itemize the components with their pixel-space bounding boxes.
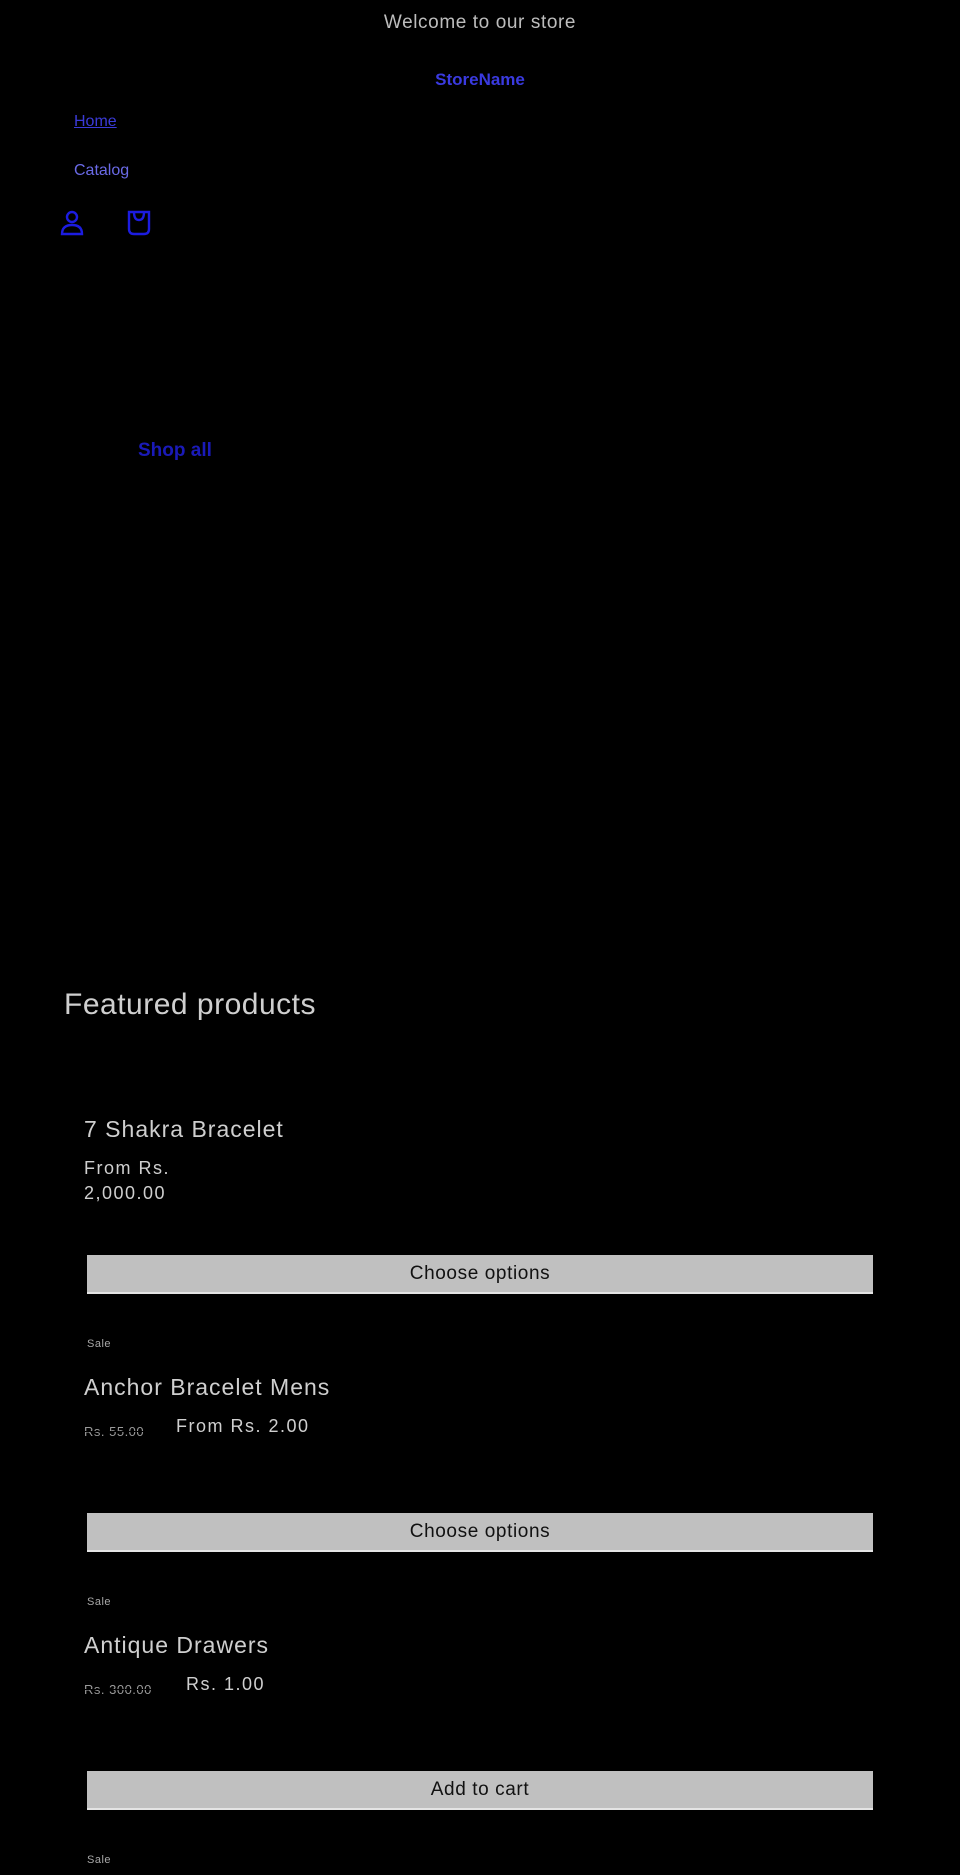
choose-options-button[interactable]: Choose options: [87, 1513, 873, 1552]
account-button[interactable]: [57, 208, 87, 238]
product-title[interactable]: Anchor Bracelet Mens: [84, 1374, 330, 1401]
sale-price: From Rs. 2.00: [176, 1416, 310, 1436]
sale-price: From Rs. 2,000.00: [84, 1158, 170, 1203]
choose-options-button[interactable]: Choose options: [87, 1255, 873, 1294]
nav-catalog-link[interactable]: Catalog: [74, 162, 129, 180]
product-title[interactable]: 7 Shakra Bracelet: [84, 1116, 284, 1143]
nav-home-link[interactable]: Home: [74, 113, 117, 131]
regular-price: Rs. 55.00: [84, 1424, 145, 1439]
featured-title: Featured products: [64, 988, 316, 1021]
shop-all-link[interactable]: Shop all: [138, 440, 212, 462]
store-logo-link[interactable]: StoreName: [0, 70, 960, 90]
sale-badge: Sale: [87, 1854, 112, 1866]
regular-price: Rs. 300.00: [84, 1682, 152, 1697]
sale-badge: Sale: [87, 1596, 112, 1608]
add-to-cart-button[interactable]: Add to cart: [87, 1771, 873, 1810]
sale-price: Rs. 1.00: [186, 1674, 266, 1694]
cart-button[interactable]: [124, 208, 154, 238]
product-title[interactable]: Antique Drawers: [84, 1632, 269, 1659]
cart-icon: [127, 210, 151, 236]
account-icon: [60, 210, 84, 236]
announcement-text: Welcome to our store: [383, 12, 577, 33]
sale-badge: Sale: [87, 1338, 112, 1350]
